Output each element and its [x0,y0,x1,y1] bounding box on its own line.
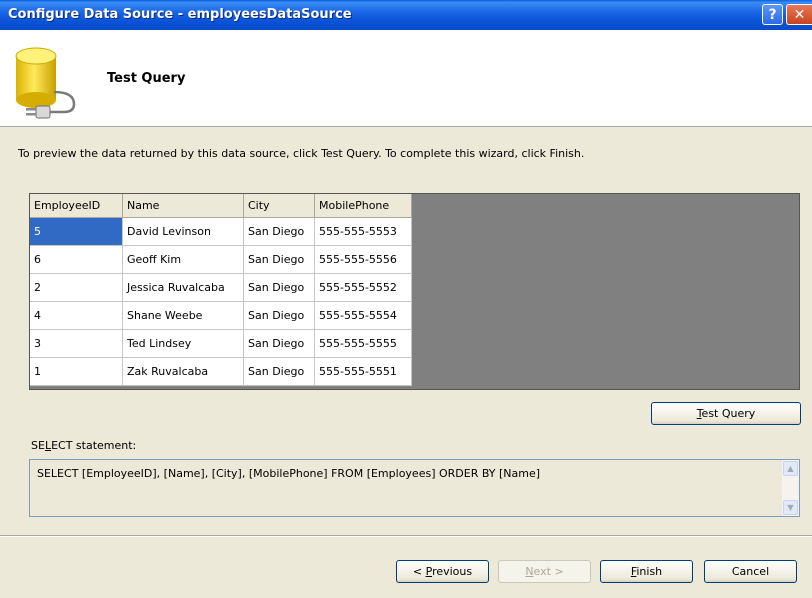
title-bar[interactable]: Configure Data Source - employeesDataSou… [0,0,812,30]
cancel-button[interactable]: Cancel [704,560,797,583]
table-row[interactable]: 1 Zak Ruvalcaba San Diego 555-555-5551 [30,357,412,386]
cell-name[interactable]: Zak Ruvalcaba [122,357,244,386]
column-header-city[interactable]: City [243,194,315,218]
cell-employeeid[interactable]: 5 [30,217,123,246]
scroll-down-icon[interactable]: ▼ [783,500,798,515]
next-button[interactable]: Next > [498,560,591,583]
select-statement-text: SELECT [EmployeeID], [Name], [City], [Mo… [37,467,541,480]
instructions-text: To preview the data returned by this dat… [18,147,585,160]
cell-name[interactable]: Shane Weebe [122,301,244,330]
dialog-window: Configure Data Source - employeesDataSou… [0,0,812,598]
previous-button[interactable]: < Previous [396,560,489,583]
results-table: EmployeeID Name City MobilePhone 5 David… [30,194,412,386]
column-header-employeeid[interactable]: EmployeeID [30,194,123,218]
cell-mobilephone[interactable]: 555-555-5553 [314,217,412,246]
column-header-mobilephone[interactable]: MobilePhone [314,194,412,218]
previous-label: < Previous [412,565,473,578]
cell-city[interactable]: San Diego [243,357,315,386]
close-icon: ✕ [793,6,806,23]
cell-employeeid[interactable]: 2 [30,273,123,302]
footer-separator [0,535,812,537]
header-row: EmployeeID Name City MobilePhone [30,194,412,218]
database-plug-icon [15,47,76,119]
table-row[interactable]: 4 Shane Weebe San Diego 555-555-5554 [30,301,412,330]
cell-employeeid[interactable]: 3 [30,329,123,358]
wizard-header: Test Query [0,30,812,127]
table-row[interactable]: 2 Jessica Ruvalcaba San Diego 555-555-55… [30,273,412,302]
cell-city[interactable]: San Diego [243,217,315,246]
select-statement-label: SELECT statement: [31,439,137,452]
table-row[interactable]: 5 David Levinson San Diego 555-555-5553 [30,217,412,246]
help-button[interactable]: ? [762,4,783,25]
table-row[interactable]: 6 Geoff Kim San Diego 555-555-5556 [30,245,412,274]
table-row[interactable]: 3 Ted Lindsey San Diego 555-555-5555 [30,329,412,358]
cell-mobilephone[interactable]: 555-555-5554 [314,301,412,330]
cell-mobilephone[interactable]: 555-555-5552 [314,273,412,302]
page-title: Test Query [107,71,186,86]
cell-city[interactable]: San Diego [243,301,315,330]
cell-employeeid[interactable]: 1 [30,357,123,386]
cell-employeeid[interactable]: 6 [30,245,123,274]
help-icon: ? [768,6,777,23]
results-grid[interactable]: EmployeeID Name City MobilePhone 5 David… [29,193,800,390]
test-query-label: Test Query [696,407,756,420]
cell-name[interactable]: Jessica Ruvalcaba [122,273,244,302]
finish-label: Finish [630,565,663,578]
cell-mobilephone[interactable]: 555-555-5555 [314,329,412,358]
column-header-name[interactable]: Name [122,194,244,218]
select-statement-field[interactable]: SELECT [EmployeeID], [Name], [City], [Mo… [29,459,800,517]
cell-name[interactable]: David Levinson [122,217,244,246]
cell-city[interactable]: San Diego [243,329,315,358]
cancel-label: Cancel [731,565,770,578]
cell-city[interactable]: San Diego [243,245,315,274]
window-title: Configure Data Source - employeesDataSou… [8,7,352,22]
cell-name[interactable]: Ted Lindsey [122,329,244,358]
cell-name[interactable]: Geoff Kim [122,245,244,274]
test-query-button[interactable]: Test Query [651,402,801,425]
scroll-up-icon[interactable]: ▲ [783,461,798,476]
cell-city[interactable]: San Diego [243,273,315,302]
next-label: Next > [525,565,564,578]
vertical-scrollbar[interactable]: ▲ ▼ [782,460,799,516]
cell-mobilephone[interactable]: 555-555-5556 [314,245,412,274]
finish-button[interactable]: Finish [600,560,693,583]
close-button[interactable]: ✕ [786,4,812,25]
cell-mobilephone[interactable]: 555-555-5551 [314,357,412,386]
cell-employeeid[interactable]: 4 [30,301,123,330]
